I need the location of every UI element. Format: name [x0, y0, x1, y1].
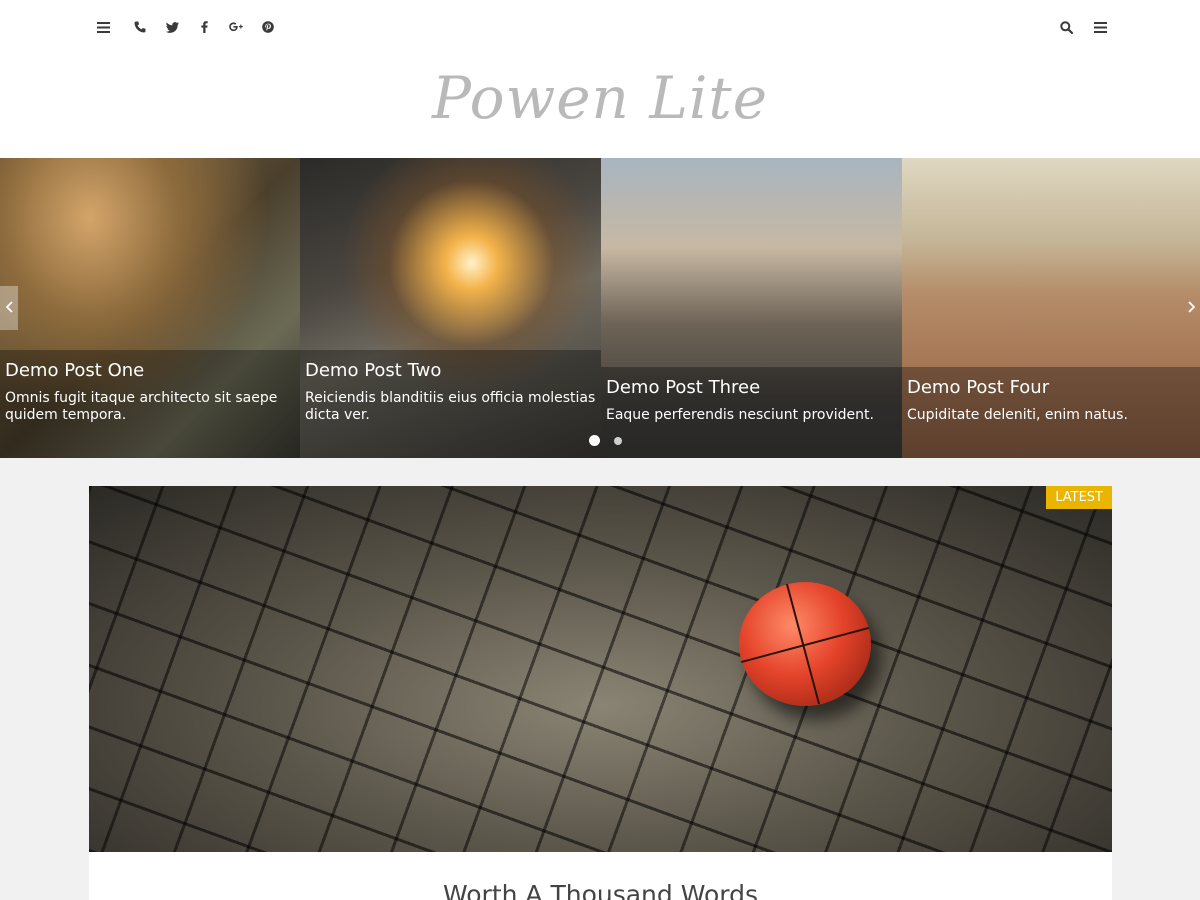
slide-caption: Demo Post Four Cupiditate deleniti, enim…: [902, 367, 1200, 458]
pinterest-icon[interactable]: [252, 17, 284, 37]
twitter-icon[interactable]: [156, 17, 188, 37]
featured-post-image[interactable]: LATEST: [89, 486, 1112, 852]
slide-excerpt: Cupiditate deleniti, enim natus.: [907, 407, 1128, 423]
social-links: [94, 17, 284, 37]
slide-excerpt: Reiciendis blanditiis eius officia moles…: [305, 390, 596, 423]
basketball-image: [739, 582, 871, 706]
post-title[interactable]: Worth A Thousand Words: [89, 880, 1112, 900]
slide-title[interactable]: Demo Post One: [5, 360, 295, 381]
slider-next-button[interactable]: [1182, 286, 1200, 330]
facebook-icon[interactable]: [188, 17, 220, 37]
google-plus-icon[interactable]: [220, 17, 252, 37]
latest-badge: LATEST: [1046, 486, 1112, 509]
phone-icon[interactable]: [124, 17, 156, 37]
slide-demo-post-four[interactable]: Demo Post Four Cupiditate deleniti, enim…: [902, 158, 1200, 458]
site-header: Powen Lite: [0, 0, 1200, 158]
slide-demo-post-two[interactable]: Demo Post Two Reiciendis blanditiis eius…: [300, 158, 601, 458]
featured-slider: Demo Post One Omnis fugit itaque archite…: [0, 158, 1200, 458]
slide-title[interactable]: Demo Post Three: [606, 377, 897, 398]
chevron-right-icon: [1187, 300, 1195, 316]
slider-dot-2[interactable]: [614, 436, 622, 445]
slide-excerpt: Eaque perferendis nesciunt provident.: [606, 407, 874, 423]
slider-dot-1[interactable]: [589, 435, 600, 446]
featured-post: LATEST Worth A Thousand Words: [89, 486, 1112, 900]
slide-caption: Demo Post One Omnis fugit itaque archite…: [0, 350, 300, 458]
slider-pagination: [589, 435, 622, 446]
slide-caption: Demo Post Two Reiciendis blanditiis eius…: [300, 350, 601, 458]
menu-icon[interactable]: [94, 17, 112, 37]
slide-excerpt: Omnis fugit itaque architecto sit saepe …: [5, 390, 278, 423]
slider-prev-button[interactable]: [0, 286, 18, 330]
chevron-left-icon: [5, 300, 13, 316]
menu-icon[interactable]: [1092, 17, 1108, 37]
slide-title[interactable]: Demo Post Two: [305, 360, 596, 381]
slide-demo-post-three[interactable]: Demo Post Three Eaque perferendis nesciu…: [601, 158, 902, 458]
slide-title[interactable]: Demo Post Four: [907, 377, 1195, 398]
slide-caption: Demo Post Three Eaque perferendis nesciu…: [601, 367, 902, 458]
search-icon[interactable]: [1058, 17, 1074, 37]
slide-demo-post-one[interactable]: Demo Post One Omnis fugit itaque archite…: [0, 158, 300, 458]
header-actions: [1058, 17, 1108, 37]
site-title[interactable]: Powen Lite: [0, 64, 1200, 132]
